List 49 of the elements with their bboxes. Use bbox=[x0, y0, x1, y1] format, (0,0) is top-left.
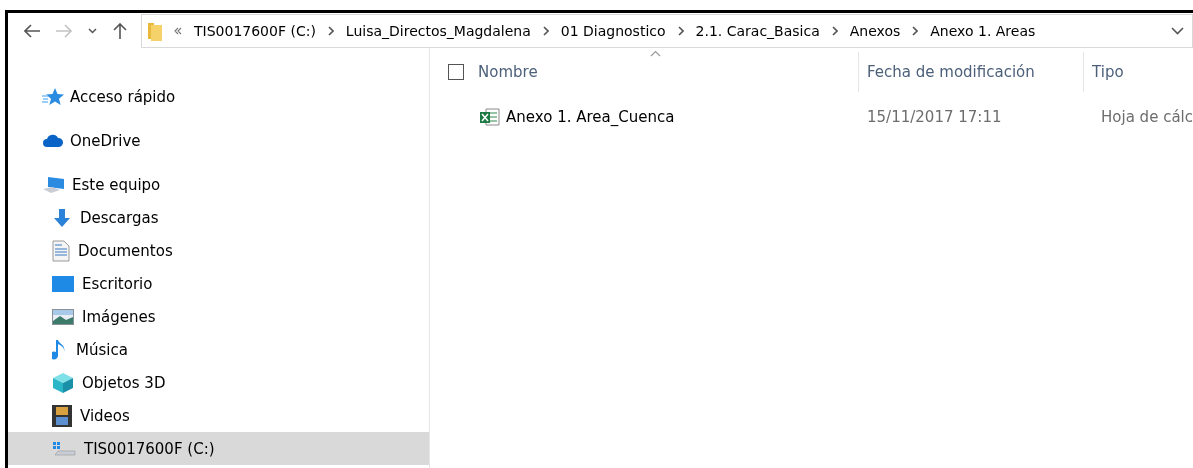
sidebar-item[interactable]: Objetos 3D bbox=[8, 366, 430, 399]
desktop-icon bbox=[52, 275, 74, 292]
sidebar-item[interactable]: Imágenes bbox=[8, 300, 430, 333]
sidebar-item[interactable]: OneDrive bbox=[8, 124, 430, 157]
image-icon bbox=[52, 308, 74, 325]
computer-icon bbox=[42, 174, 66, 195]
spreadsheet-icon bbox=[480, 108, 501, 126]
up-arrow-icon bbox=[113, 22, 127, 39]
breadcrumb[interactable]: Anexos bbox=[849, 22, 901, 39]
select-all-checkbox[interactable] bbox=[448, 64, 465, 80]
modified-date: 15/11/2017 17:11 bbox=[866, 108, 1003, 126]
column-header[interactable]: Fecha de modificación bbox=[858, 52, 1084, 92]
film-icon bbox=[52, 404, 72, 427]
star-icon bbox=[42, 86, 64, 107]
sidebar-item[interactable]: Acceso rápido bbox=[8, 80, 430, 113]
forward-arrow-icon bbox=[56, 23, 72, 38]
sidebar-item[interactable]: Videos bbox=[8, 399, 430, 432]
cloud-icon bbox=[42, 133, 64, 148]
file-name[interactable]: Anexo 1. Area_Cuenca bbox=[506, 108, 675, 126]
folder-icon bbox=[148, 20, 162, 41]
download-arrow-icon bbox=[52, 207, 72, 228]
sidebar-item[interactable]: Escritorio bbox=[8, 267, 430, 300]
chevron-right-icon bbox=[542, 25, 549, 36]
breadcrumb[interactable]: Luisa_Directos_Magdalena bbox=[345, 22, 531, 39]
chevron-down-icon bbox=[1171, 26, 1184, 35]
back-arrow-icon bbox=[24, 23, 40, 38]
double-chevron-icon bbox=[174, 26, 182, 35]
cube-icon bbox=[52, 371, 74, 394]
chevron-down-icon bbox=[88, 27, 97, 34]
breadcrumb[interactable]: TIS0017600F (C:) bbox=[194, 22, 316, 39]
chevron-right-icon bbox=[677, 25, 684, 36]
sidebar-item[interactable]: TIS0017600F (C:) bbox=[8, 432, 430, 465]
sidebar-item[interactable]: Música bbox=[8, 333, 430, 366]
column-header[interactable]: Nombre bbox=[478, 63, 538, 81]
breadcrumb[interactable]: 2.1. Carac_Basica bbox=[695, 22, 820, 39]
sidebar-item[interactable]: Documentos bbox=[8, 234, 430, 267]
sort-up-icon bbox=[650, 50, 662, 57]
drive-icon bbox=[52, 440, 76, 457]
chevron-right-icon bbox=[912, 25, 919, 36]
sidebar-item[interactable]: Descargas bbox=[8, 201, 430, 234]
column-header[interactable]: Tipo bbox=[1083, 52, 1193, 92]
file-type: Hoja de cálc bbox=[1100, 108, 1193, 126]
breadcrumb[interactable]: 01 Diagnostico bbox=[560, 22, 666, 39]
document-icon bbox=[52, 239, 70, 262]
chevron-right-icon bbox=[327, 25, 334, 36]
address-bar[interactable]: TIS0017600F (C:) Luisa_Directos_Magdalena 01 Diagnostico 2.1. Carac_Basica Anexos Anexo 1. Areas bbox=[141, 13, 1193, 48]
chevron-right-icon bbox=[831, 25, 838, 36]
breadcrumb[interactable]: Anexo 1. Areas bbox=[930, 22, 1036, 39]
sidebar-item[interactable]: Este equipo bbox=[8, 168, 430, 201]
